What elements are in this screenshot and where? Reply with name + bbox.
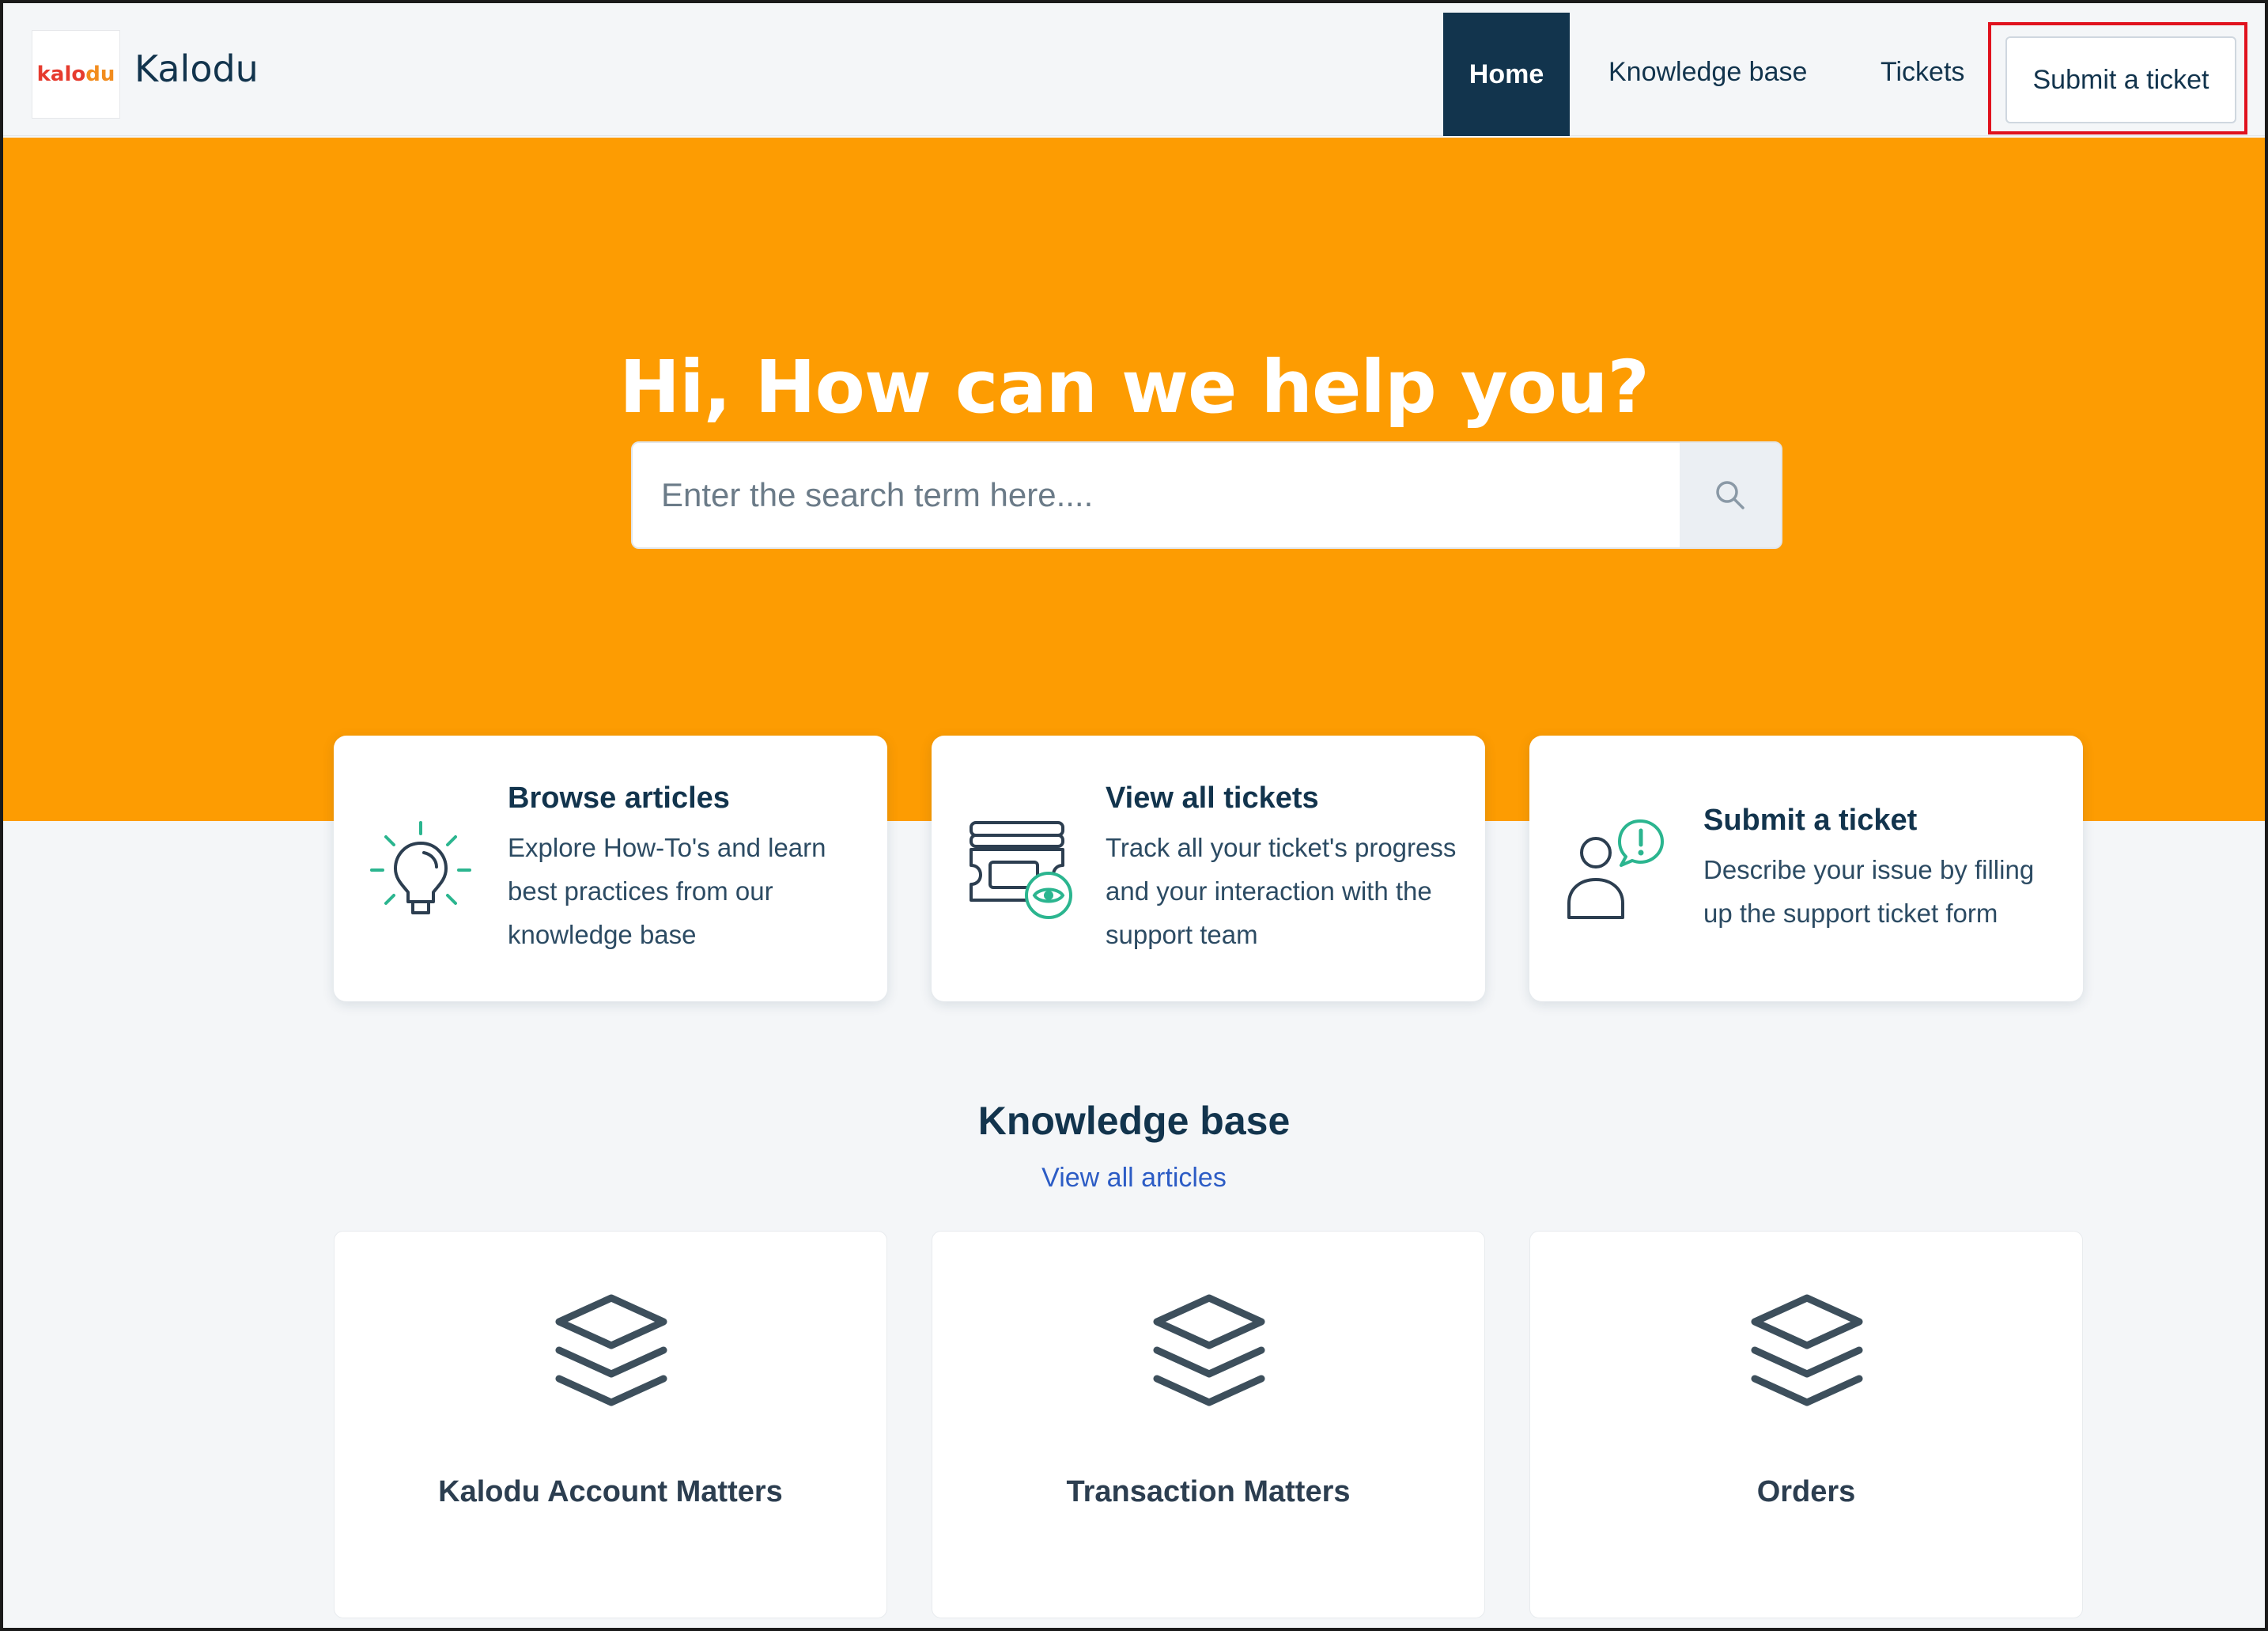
person-alert-icon	[1567, 819, 1664, 919]
search-button[interactable]	[1680, 443, 1781, 547]
top-header: kalodu Kalodu Home Knowledge base Ticket…	[3, 3, 2265, 136]
feature-card-submit-ticket[interactable]: Submit a ticket Describe your issue by f…	[1529, 736, 2083, 1001]
feature-description: Track all your ticket's progress and you…	[1106, 833, 1457, 949]
search-bar	[631, 441, 1782, 549]
feature-description: Describe your issue by filling up the su…	[1703, 855, 2035, 928]
feature-title: View all tickets	[1106, 781, 1319, 815]
kb-category-label: Transaction Matters	[1066, 1475, 1351, 1508]
knowledge-base-title: Knowledge base	[977, 1099, 1291, 1143]
logo-text: kalodu	[36, 62, 115, 86]
search-icon	[1716, 481, 1744, 509]
kb-category-label: Kalodu Account Matters	[438, 1475, 783, 1508]
submit-ticket-button[interactable]: Submit a ticket	[2005, 36, 2236, 123]
nav-knowledge-base[interactable]: Knowledge base	[1608, 57, 1807, 88]
feature-title: Submit a ticket	[1703, 804, 1918, 837]
nav-home[interactable]: Home	[1443, 13, 1570, 136]
nav-tickets[interactable]: Tickets	[1881, 57, 1964, 88]
feature-card-browse-articles[interactable]: Browse articles Explore How-To's and lea…	[334, 736, 887, 1001]
kb-category-card[interactable]: Transaction Matters	[932, 1231, 1485, 1618]
hero-title: Hi, How can we help you?	[619, 345, 1650, 430]
logo[interactable]: kalodu	[32, 30, 120, 119]
feature-description: Explore How-To's and learn best practice…	[508, 833, 826, 949]
page-frame: kalodu Kalodu Home Knowledge base Ticket…	[0, 0, 2268, 1631]
kb-category-card[interactable]: Kalodu Account Matters	[334, 1231, 887, 1618]
brand-name[interactable]: Kalodu	[134, 47, 259, 90]
layers-icon	[555, 1294, 667, 1406]
kb-category-card[interactable]: Orders	[1529, 1231, 2083, 1618]
tickets-eye-icon	[970, 821, 1072, 919]
feature-card-view-tickets[interactable]: View all tickets Track all your ticket's…	[932, 736, 1485, 1001]
hero-banner: Hi, How can we help you?	[3, 138, 2265, 821]
kb-category-label: Orders	[1756, 1475, 1856, 1508]
lightbulb-icon	[370, 821, 471, 914]
layers-icon	[1153, 1294, 1265, 1406]
search-input[interactable]	[633, 443, 1681, 547]
view-all-articles-link[interactable]: View all articles	[3, 1163, 2265, 1194]
layers-icon	[1751, 1294, 1863, 1406]
feature-title: Browse articles	[508, 781, 730, 815]
